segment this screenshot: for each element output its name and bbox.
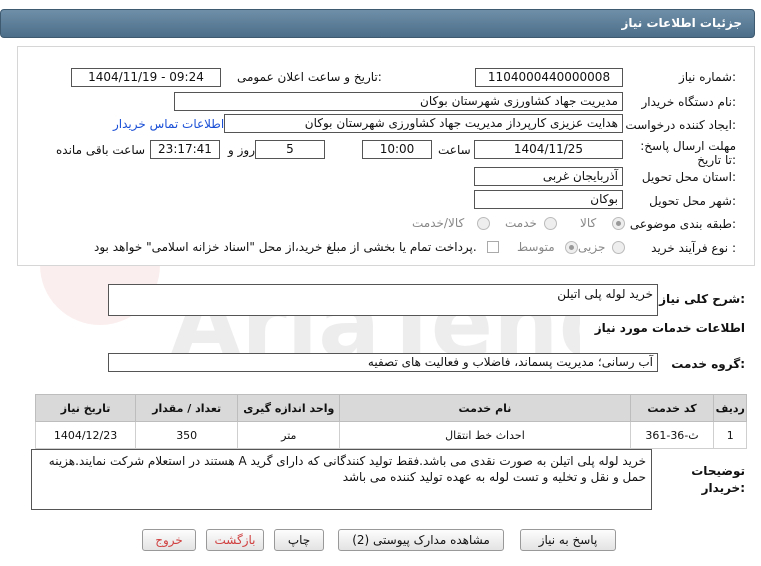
cell-index: 1 (713, 421, 747, 449)
service-group-label: گروه خدمت: (671, 357, 745, 371)
print-button[interactable]: چاپ (274, 529, 324, 551)
title-bar: جزئیات اطلاعات نیاز (0, 9, 755, 38)
radio-goods[interactable] (612, 217, 625, 230)
radio-goods-service-label: کالا/خدمت (412, 216, 465, 230)
summary-field: خرید لوله پلی اتیلن (108, 284, 658, 316)
cell-unit: متر (237, 421, 341, 449)
deadline-time-label: ساعت (438, 143, 471, 157)
days-label: روز و (228, 143, 255, 157)
col-code: کد خدمت (629, 394, 715, 422)
city-label: شهر محل تحویل: (649, 194, 736, 208)
watermark-logo: AriaTender.net (40, 265, 580, 377)
need-number-label: شماره نیاز: (678, 70, 736, 84)
cell-qty: 350 (135, 421, 239, 449)
reply-button[interactable]: پاسخ به نیاز (520, 529, 616, 551)
cell-name: احداث خط انتقال (339, 421, 631, 449)
notes-field: خرید لوله پلی اتیلن به صورت نقدی می باشد… (31, 449, 652, 510)
cell-date: 1404/12/23 (34, 421, 137, 449)
col-qty: تعداد / مقدار (135, 394, 239, 422)
col-unit: واحد اندازه گیری (237, 394, 341, 422)
page-title: جزئیات اطلاعات نیاز (621, 16, 742, 30)
creator-field: هدایت عزیزی کارپرداز مدیریت جهاد کشاورزی… (224, 114, 623, 133)
back-button[interactable]: بازگشت (206, 529, 264, 551)
radio-minor[interactable] (612, 241, 625, 254)
summary-label: شرح کلی نیاز: (659, 292, 745, 306)
notes-label: توضیحات خریدار: (691, 464, 745, 495)
city-field: بوکان (474, 190, 623, 209)
treasury-checkbox[interactable] (487, 241, 499, 253)
radio-goods-label: کالا (580, 216, 597, 230)
col-name: نام خدمت (339, 394, 631, 422)
services-section-title: اطلاعات خدمات مورد نیاز (594, 321, 745, 335)
days-field: 5 (255, 140, 325, 159)
remaining-time-field: 23:17:41 (150, 140, 220, 159)
announce-field: 1404/11/19 - 09:24 (71, 68, 221, 87)
process-label: نوع فرآیند خرید : (651, 241, 736, 255)
category-label: طبقه بندی موضوعی: (629, 217, 736, 231)
radio-minor-label: جزیی (578, 240, 606, 254)
radio-medium[interactable] (565, 241, 578, 254)
need-number-field: 1104000440000008 (475, 68, 623, 87)
view-docs-button[interactable]: مشاهده مدارک پیوستی (2) (338, 529, 504, 551)
radio-service[interactable] (544, 217, 557, 230)
table-row: 1 ث-36-361 احداث خط انتقال متر 350 1404/… (34, 421, 747, 449)
deadline-time-field: 10:00 (362, 140, 432, 159)
deadline-label: مهلت ارسال پاسخ: تا تاریخ: (640, 139, 736, 167)
col-date: تاریخ نیاز (34, 394, 137, 422)
services-table: ردیف کد خدمت نام خدمت واحد اندازه گیری ت… (34, 394, 747, 449)
creator-label: ایجاد کننده درخواست: (625, 118, 736, 132)
exit-button[interactable]: خروج (142, 529, 196, 551)
province-field: آذربایجان غربی (474, 167, 623, 186)
contact-link[interactable]: اطلاعات تماس خریدار (113, 117, 224, 131)
buyer-org-label: نام دستگاه خریدار: (641, 95, 737, 109)
province-label: استان محل تحویل: (641, 170, 736, 184)
buyer-org-field: مدیریت جهاد کشاورزی شهرستان بوکان (174, 92, 623, 111)
cell-code: ث-36-361 (629, 421, 715, 449)
service-group-field: آب رسانی؛ مدیریت پسماند، فاضلاب و فعالیت… (108, 353, 658, 372)
remaining-label: ساعت باقی مانده (56, 143, 146, 157)
deadline-date-field: 1404/11/25 (474, 140, 623, 159)
radio-medium-label: متوسط (517, 240, 555, 254)
col-index: ردیف (713, 394, 747, 422)
radio-goods-service[interactable] (477, 217, 490, 230)
announce-label: تاریخ و ساعت اعلان عمومی: (237, 70, 382, 84)
radio-service-label: خدمت (505, 216, 537, 230)
payment-note: پرداخت تمام یا بخشی از مبلغ خرید،از محل … (94, 240, 477, 254)
